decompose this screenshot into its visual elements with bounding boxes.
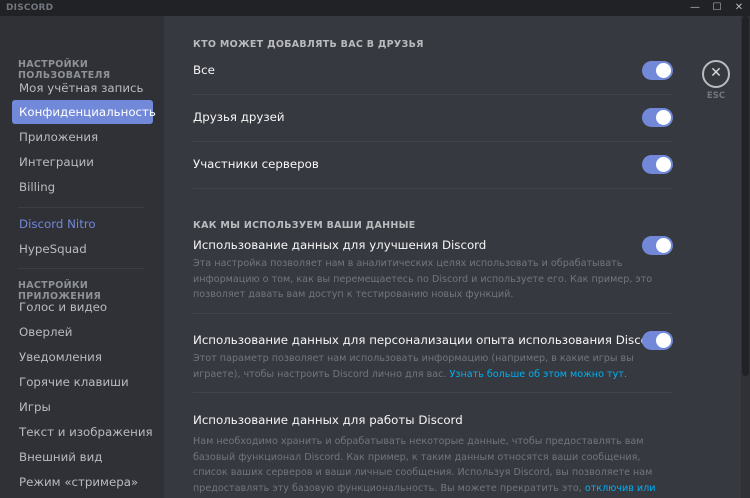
sidebar-item-overlay[interactable]: Оверлей bbox=[12, 320, 153, 344]
learn-more-link[interactable]: Узнать больше об этом можно тут. bbox=[450, 369, 627, 380]
toggle-knob bbox=[656, 333, 671, 348]
maximize-button[interactable]: ☐ bbox=[706, 0, 728, 16]
toggle-knob bbox=[656, 238, 671, 253]
row-divider bbox=[193, 392, 673, 393]
row-divider bbox=[193, 141, 673, 142]
friend-requests-header: КТО МОЖЕТ ДОБАВЛЯТЬ ВАС В ДРУЗЬЯ bbox=[193, 39, 424, 50]
sidebar-divider bbox=[18, 268, 144, 269]
personalize-discord-description: Этот параметр позволяет нам использовать… bbox=[193, 351, 673, 382]
section-divider bbox=[193, 188, 673, 189]
friends-of-friends-label: Друзья друзей bbox=[193, 110, 285, 124]
scrollbar-thumb[interactable] bbox=[742, 16, 749, 376]
toggle-knob bbox=[656, 157, 671, 172]
sidebar-item-voice-video[interactable]: Голос и видео bbox=[12, 295, 153, 319]
sidebar-divider bbox=[18, 207, 144, 208]
sidebar-item-privacy[interactable]: Конфиденциальность bbox=[12, 100, 156, 124]
improve-discord-toggle[interactable] bbox=[642, 236, 673, 255]
sidebar-item-authorized-apps[interactable]: Приложения bbox=[12, 125, 153, 149]
operate-discord-description: Нам необходимо хранить и обрабатывать не… bbox=[193, 434, 673, 498]
everyone-label: Все bbox=[193, 63, 215, 77]
server-members-toggle[interactable] bbox=[642, 155, 673, 174]
sidebar-item-appearance[interactable]: Внешний вид bbox=[12, 445, 153, 469]
sidebar-item-text-images[interactable]: Текст и изображения bbox=[12, 420, 153, 444]
sidebar-item-billing[interactable]: Billing bbox=[12, 175, 153, 199]
sidebar-item-my-account[interactable]: Моя учётная запись bbox=[12, 76, 153, 100]
sidebar-item-keybinds[interactable]: Горячие клавиши bbox=[12, 370, 153, 394]
toggle-knob bbox=[656, 63, 671, 78]
scrollbar[interactable] bbox=[741, 16, 750, 498]
improve-discord-label: Использование данных для улучшения Disco… bbox=[193, 238, 487, 252]
operate-discord-label: Использование данных для работы Discord bbox=[193, 413, 463, 427]
sidebar-item-notifications[interactable]: Уведомления bbox=[12, 345, 153, 369]
personalize-discord-label: Использование данных для персонализации … bbox=[193, 333, 661, 347]
improve-discord-description: Эта настройка позволяет нам в аналитичес… bbox=[193, 258, 653, 300]
personalize-discord-toggle[interactable] bbox=[642, 331, 673, 350]
row-divider bbox=[193, 313, 673, 314]
operate-description-text: Нам необходимо хранить и обрабатывать не… bbox=[193, 436, 653, 494]
toggle-knob bbox=[656, 110, 671, 125]
data-usage-header: КАК МЫ ИСПОЛЬЗУЕМ ВАШИ ДАННЫЕ bbox=[193, 220, 416, 231]
app-title: DISCORD bbox=[6, 3, 54, 13]
title-bar: DISCORD — ☐ ✕ bbox=[0, 0, 750, 16]
close-settings-button[interactable]: ✕ bbox=[702, 60, 730, 88]
settings-sidebar: НАСТРОЙКИ ПОЛЬЗОВАТЕЛЯ Моя учётная запис… bbox=[0, 16, 164, 498]
sidebar-item-hypesquad[interactable]: HypeSquad bbox=[12, 237, 153, 261]
everyone-toggle[interactable] bbox=[642, 61, 673, 80]
sidebar-item-nitro[interactable]: Discord Nitro bbox=[12, 212, 153, 236]
privacy-settings-content: КТО МОЖЕТ ДОБАВЛЯТЬ ВАС В ДРУЗЬЯ Все Дру… bbox=[164, 16, 736, 498]
sidebar-item-integrations[interactable]: Интеграции bbox=[12, 150, 153, 174]
sidebar-item-streamer-mode[interactable]: Режим «стримера» bbox=[12, 470, 153, 494]
sidebar-item-games[interactable]: Игры bbox=[12, 395, 153, 419]
server-members-label: Участники серверов bbox=[193, 157, 319, 171]
close-window-button[interactable]: ✕ bbox=[728, 0, 750, 16]
row-divider bbox=[193, 94, 673, 95]
close-icon: ✕ bbox=[710, 65, 722, 81]
friends-of-friends-toggle[interactable] bbox=[642, 108, 673, 127]
minimize-button[interactable]: — bbox=[684, 0, 706, 16]
esc-label: ESC bbox=[706, 91, 726, 101]
